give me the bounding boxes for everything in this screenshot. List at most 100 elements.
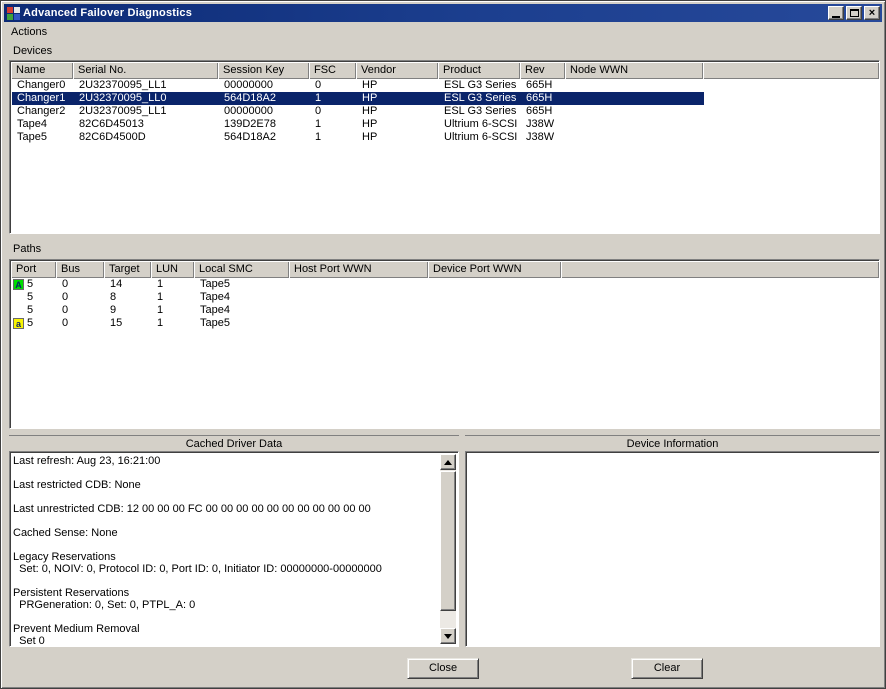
cached-driver-data-scrollbar[interactable] <box>440 454 456 644</box>
paths-section-label: Paths <box>13 243 41 255</box>
path-cell-bus: 0 <box>57 278 105 291</box>
path-cell-host_port_wwn <box>290 278 429 291</box>
device-cell-serial: 2U32370095_LL1 <box>74 105 219 118</box>
path-cell-lun: 1 <box>152 291 195 304</box>
device-cell-rev: 665H <box>521 105 566 118</box>
column-header-product[interactable]: Product <box>438 62 520 79</box>
path-cell-target: 9 <box>105 304 152 317</box>
scroll-up-icon <box>444 460 452 465</box>
column-header-filler <box>561 261 879 278</box>
device-cell-name: Changer1 <box>12 92 74 105</box>
paths-table: PortBusTargetLUNLocal SMCHost Port WWNDe… <box>9 259 880 429</box>
close-icon: × <box>869 8 875 18</box>
device-cell-serial: 82C6D45013 <box>74 118 219 131</box>
column-header-fsc[interactable]: FSC <box>309 62 356 79</box>
devices-table-header: NameSerial No.Session KeyFSCVendorProduc… <box>11 62 879 79</box>
column-header-lun[interactable]: LUN <box>151 261 194 278</box>
device-cell-fsc: 1 <box>310 131 357 144</box>
device-cell-name: Changer0 <box>12 79 74 92</box>
device-cell-rev: 665H <box>521 79 566 92</box>
port-value: 5 <box>27 304 33 317</box>
device-cell-name: Tape5 <box>12 131 74 144</box>
path-cell-lun: 1 <box>152 278 195 291</box>
path-cell-device_port_wwn <box>429 304 562 317</box>
column-header-bus[interactable]: Bus <box>56 261 104 278</box>
device-row[interactable]: Changer02U32370095_LL1000000000HPESL G3 … <box>12 79 704 92</box>
device-cell-product: ESL G3 Series <box>439 79 521 92</box>
device-information-box <box>465 451 880 647</box>
path-cell-local_smc: Tape5 <box>195 317 290 330</box>
path-cell-host_port_wwn <box>290 291 429 304</box>
window-title: Advanced Failover Diagnostics <box>23 7 828 19</box>
path-cell-bus: 0 <box>57 291 105 304</box>
device-cell-product: ESL G3 Series <box>439 105 521 118</box>
path-row[interactable]: 5081Tape4 <box>12 291 562 304</box>
device-cell-rev: J38W <box>521 118 566 131</box>
column-header-target[interactable]: Target <box>104 261 151 278</box>
scroll-down-button[interactable] <box>440 628 456 644</box>
device-cell-product: Ultrium 6-SCSI <box>439 118 521 131</box>
device-information-text <box>469 455 858 644</box>
path-row[interactable]: 5091Tape4 <box>12 304 562 317</box>
column-header-serial-no-[interactable]: Serial No. <box>73 62 218 79</box>
column-header-session-key[interactable]: Session Key <box>218 62 309 79</box>
scroll-up-button[interactable] <box>440 454 456 470</box>
minimize-icon <box>832 16 840 18</box>
column-header-local-smc[interactable]: Local SMC <box>194 261 289 278</box>
devices-section-label: Devices <box>13 45 52 57</box>
paths-table-header: PortBusTargetLUNLocal SMCHost Port WWNDe… <box>11 261 879 278</box>
device-cell-node_wwn <box>566 131 704 144</box>
path-cell-port: 5 <box>12 291 57 304</box>
device-cell-fsc: 1 <box>310 92 357 105</box>
cached-driver-data-label: Cached Driver Data <box>9 435 459 451</box>
column-header-host-port-wwn[interactable]: Host Port WWN <box>289 261 428 278</box>
path-cell-lun: 1 <box>152 317 195 330</box>
path-cell-host_port_wwn <box>290 317 429 330</box>
path-cell-port: a5 <box>12 317 57 330</box>
title-bar: Advanced Failover Diagnostics × <box>4 4 882 22</box>
maximize-button[interactable] <box>846 6 862 20</box>
window-controls: × <box>828 6 880 20</box>
device-row[interactable]: Changer22U32370095_LL1000000000HPESL G3 … <box>12 105 704 118</box>
close-dialog-button[interactable]: Close <box>407 658 479 679</box>
column-header-rev[interactable]: Rev <box>520 62 565 79</box>
path-cell-host_port_wwn <box>290 304 429 317</box>
scroll-down-icon <box>444 634 452 639</box>
path-cell-local_smc: Tape4 <box>195 304 290 317</box>
device-row[interactable]: Changer12U32370095_LL0564D18A21HPESL G3 … <box>12 92 704 105</box>
device-cell-product: ESL G3 Series <box>439 92 521 105</box>
path-cell-lun: 1 <box>152 304 195 317</box>
scrollbar-thumb[interactable] <box>440 471 456 611</box>
column-header-vendor[interactable]: Vendor <box>356 62 438 79</box>
path-cell-device_port_wwn <box>429 317 562 330</box>
path-cell-target: 14 <box>105 278 152 291</box>
device-cell-session_key: 00000000 <box>219 105 310 118</box>
device-cell-rev: 665H <box>521 92 566 105</box>
menu-actions[interactable]: Actions <box>4 24 54 40</box>
port-status-badge-yellow: a <box>13 318 24 329</box>
clear-button[interactable]: Clear <box>631 658 703 679</box>
column-header-name[interactable]: Name <box>11 62 73 79</box>
minimize-button[interactable] <box>828 6 844 20</box>
column-header-port[interactable]: Port <box>11 261 56 278</box>
device-row[interactable]: Tape582C6D4500D564D18A21HPUltrium 6-SCSI… <box>12 131 704 144</box>
path-cell-device_port_wwn <box>429 291 562 304</box>
device-cell-node_wwn <box>566 79 704 92</box>
path-cell-port: A5 <box>12 278 57 291</box>
path-cell-target: 15 <box>105 317 152 330</box>
path-cell-local_smc: Tape4 <box>195 291 290 304</box>
port-value: 5 <box>27 317 33 330</box>
close-button[interactable]: × <box>864 6 880 20</box>
device-row[interactable]: Tape482C6D45013139D2E781HPUltrium 6-SCSI… <box>12 118 704 131</box>
device-cell-name: Changer2 <box>12 105 74 118</box>
path-cell-local_smc: Tape5 <box>195 278 290 291</box>
path-row[interactable]: A50141Tape5 <box>12 278 562 291</box>
column-header-device-port-wwn[interactable]: Device Port WWN <box>428 261 561 278</box>
path-row[interactable]: a50151Tape5 <box>12 317 562 330</box>
paths-table-body: A50141Tape55081Tape45091Tape4a50151Tape5 <box>12 278 877 426</box>
device-cell-fsc: 0 <box>310 79 357 92</box>
path-cell-bus: 0 <box>57 317 105 330</box>
path-cell-target: 8 <box>105 291 152 304</box>
device-cell-node_wwn <box>566 118 704 131</box>
column-header-node-wwn[interactable]: Node WWN <box>565 62 703 79</box>
